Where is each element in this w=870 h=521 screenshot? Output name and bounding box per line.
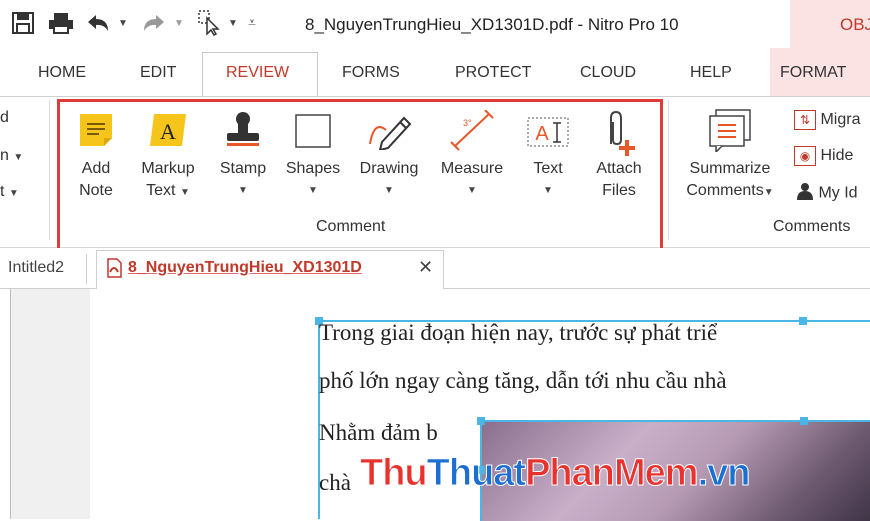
summarize-icon <box>676 108 784 158</box>
selection-handle[interactable] <box>799 317 807 325</box>
migrate-icon: ⇅ <box>794 110 816 130</box>
tab-edit[interactable]: EDIT <box>140 64 176 82</box>
watermark-logo: ThuThuatPhanMem.vn <box>360 452 751 495</box>
select-dropdown-icon[interactable]: ▼ <box>228 18 238 29</box>
comments-group-label: Comments <box>773 218 851 235</box>
highlight-box <box>57 99 663 261</box>
tab-format[interactable]: FORMAT <box>780 64 846 82</box>
document-tab-active-label: 8_NguyenTrungHieu_XD1301D <box>128 259 362 276</box>
redo-dropdown-icon[interactable]: ▼ <box>174 18 184 29</box>
hide-icon: ◉ <box>794 146 816 166</box>
left-pane-edge <box>0 289 11 519</box>
tab-home[interactable]: HOME <box>38 64 86 82</box>
person-icon <box>796 182 814 205</box>
ribbon-separator <box>668 100 669 240</box>
document-text-line: Nhằm đảm b <box>319 420 438 445</box>
image-handle[interactable] <box>477 417 485 425</box>
select-tool-icon[interactable] <box>198 10 220 41</box>
window-title: 8_NguyenTrungHieu_XD1301D.pdf - Nitro Pr… <box>305 15 679 34</box>
my-identity-button[interactable]: My Id <box>796 182 858 205</box>
summarize-dropdown-icon: ▼ <box>763 187 774 198</box>
document-tab-untitled[interactable]: Intitled2 <box>8 259 64 277</box>
tab-cloud[interactable]: CLOUD <box>580 64 636 82</box>
close-icon[interactable]: ✕ <box>418 257 433 278</box>
customize-qat-icon[interactable]: ⩡ <box>248 14 256 31</box>
document-text-line: phố lớn ngay càng tăng, dẫn tới nhu cầu … <box>319 368 727 393</box>
tab-help[interactable]: HELP <box>690 64 732 82</box>
pdf-file-icon <box>106 258 122 283</box>
tab-forms[interactable]: FORMS <box>342 64 400 82</box>
document-text-line: Trong giai đoạn hiện nay, trước sự phát … <box>319 320 718 345</box>
document-text-line: chà <box>319 470 351 495</box>
save-icon[interactable] <box>12 12 34 39</box>
summarize-comments-button[interactable]: Summarize Comments▼ <box>676 108 784 204</box>
migrate-comments-button[interactable]: ⇅ Migra <box>794 110 860 130</box>
tab-review[interactable]: REVIEW <box>226 64 289 82</box>
redo-icon[interactable] <box>142 13 166 38</box>
tab-divider <box>86 254 87 284</box>
ribbon-separator <box>49 100 50 240</box>
image-handle[interactable] <box>800 417 808 425</box>
ribbon-left-item-2[interactable]: n ▼ <box>0 147 23 165</box>
ribbon-left-item-1[interactable]: d <box>0 109 9 127</box>
undo-dropdown-icon[interactable]: ▼ <box>118 18 128 29</box>
tab-protect[interactable]: PROTECT <box>455 64 531 82</box>
print-icon[interactable] <box>48 12 74 39</box>
hide-comments-button[interactable]: ◉ Hide <box>794 146 853 166</box>
context-tab-label: OBJ <box>840 15 870 34</box>
undo-icon[interactable] <box>86 13 110 38</box>
ribbon-left-item-3[interactable]: t ▼ <box>0 183 19 201</box>
